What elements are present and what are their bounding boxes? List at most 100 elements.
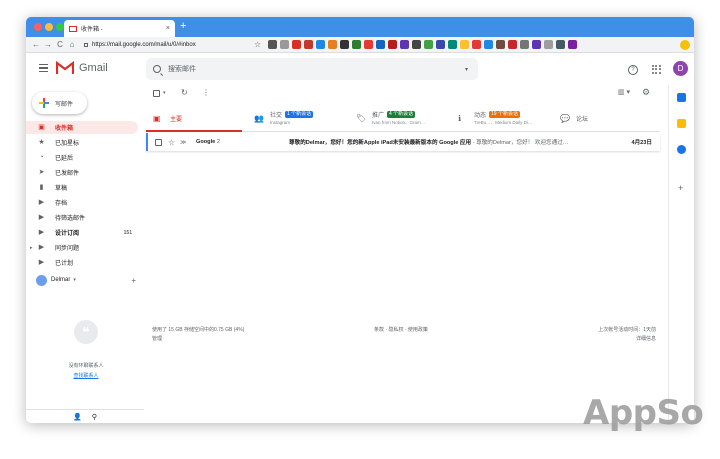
hangouts-user[interactable]: Delmar ▾ + <box>36 273 136 287</box>
email-select-checkbox[interactable] <box>155 138 162 146</box>
sidebar-item-design-subscriptions[interactable]: ▶ 设计订阅 151 <box>26 226 138 239</box>
add-addon-icon[interactable]: + <box>678 183 683 193</box>
gmail-logo-icon[interactable] <box>56 61 74 75</box>
maximize-window-button[interactable] <box>56 23 64 31</box>
hangouts-status-chevron-icon[interactable]: ▾ <box>73 277 76 283</box>
tab-updates[interactable]: ℹ 动态 19 个新会话 TreBo…、Medium Daily Di… <box>458 105 558 132</box>
extension-icon[interactable] <box>496 40 505 49</box>
hangouts-avatar <box>36 274 47 286</box>
compose-button[interactable]: 写邮件 <box>32 92 87 114</box>
extension-icon[interactable] <box>436 40 445 49</box>
tasks-icon[interactable] <box>677 145 686 154</box>
calendar-icon[interactable] <box>677 93 686 102</box>
extension-icon[interactable] <box>484 40 493 49</box>
sidebar-item-archive[interactable]: ▶ 存档 <box>26 196 138 209</box>
keep-icon[interactable] <box>677 119 686 128</box>
sidebar-item-snoozed[interactable]: ◔ 已延后 <box>26 151 138 164</box>
tab-promotions[interactable]: 🏷 推广 4 个新会话 Ivan from Notion、Gram… <box>356 105 456 132</box>
help-icon[interactable]: ? <box>628 65 638 75</box>
main-menu-icon[interactable] <box>39 64 48 74</box>
tab-close-icon[interactable]: × <box>166 25 170 32</box>
extension-icon[interactable] <box>292 40 301 49</box>
add-contact-icon[interactable]: + <box>131 276 136 285</box>
lock-icon <box>84 42 88 47</box>
chrome-profile-avatar[interactable] <box>680 40 690 50</box>
browser-tab[interactable]: 收件箱 - × <box>64 20 175 37</box>
density-toggle-icon[interactable]: ▥ ▾ <box>618 88 630 96</box>
manage-storage-link[interactable]: 管理 <box>152 335 162 342</box>
tab-social[interactable]: 👥 社交 1 个新会话 Instagram <box>254 105 352 132</box>
sidebar-item-drafts[interactable]: ▮ 草稿 <box>26 181 138 194</box>
more-options-icon[interactable]: ⋮ <box>202 88 210 97</box>
sidebar-item-starred[interactable]: ★ 已加星标 <box>26 136 138 149</box>
extension-icon[interactable] <box>376 40 385 49</box>
side-panel-rail: + <box>668 85 694 423</box>
minimize-window-button[interactable] <box>45 23 53 31</box>
extension-icon[interactable] <box>424 40 433 49</box>
home-icon[interactable]: ⌂ <box>66 40 78 49</box>
back-arrow-icon[interactable]: ← <box>30 40 42 49</box>
reload-icon[interactable]: C <box>54 40 66 49</box>
category-tabs: ▣ 主要 👥 社交 1 个新会话 Instagram 🏷 推广 4 个新会话 I… <box>146 105 660 132</box>
user-avatar[interactable]: D <box>673 61 688 76</box>
extension-icon[interactable] <box>448 40 457 49</box>
gmail-header: Gmail 搜索邮件 ▾ ? D <box>26 53 694 85</box>
details-link[interactable]: 详细信息 <box>636 335 656 342</box>
extension-icon[interactable] <box>544 40 553 49</box>
extension-icon[interactable] <box>268 40 277 49</box>
settings-gear-icon[interactable]: ⚙ <box>642 87 650 98</box>
extension-icon[interactable] <box>352 40 361 49</box>
select-all-checkbox[interactable] <box>153 90 160 97</box>
terms-links[interactable]: 条款 · 隐私权 · 使用政策 <box>374 326 428 333</box>
email-row[interactable]: ☆ ≫ Google 2 尊敬的Delmar，您好！您的新Apple iPad未… <box>146 133 660 151</box>
extension-icon[interactable] <box>412 40 421 49</box>
unread-count: 151 <box>123 229 132 236</box>
search-bar[interactable]: 搜索邮件 ▾ <box>146 58 478 80</box>
extension-icon[interactable] <box>472 40 481 49</box>
tab-primary[interactable]: ▣ 主要 <box>146 105 242 132</box>
select-chevron-down-icon[interactable]: ▾ <box>163 90 166 96</box>
extension-icon[interactable] <box>508 40 517 49</box>
extension-icon[interactable] <box>364 40 373 49</box>
location-pin-icon[interactable]: ⚲ <box>92 413 97 421</box>
extension-icon[interactable] <box>388 40 397 49</box>
extension-icon[interactable] <box>328 40 337 49</box>
extension-icon[interactable] <box>340 40 349 49</box>
clock-icon: ◔ <box>39 154 44 161</box>
extension-icon[interactable] <box>316 40 325 49</box>
browser-window: 收件箱 - × + ← → C ⌂ https://mail.google.co… <box>26 17 694 423</box>
tab-label: 论坛 <box>576 117 589 123</box>
expand-arrow-icon[interactable]: ▸ <box>30 245 33 251</box>
extension-icon[interactable] <box>304 40 313 49</box>
google-apps-icon[interactable] <box>652 65 661 74</box>
extension-icon[interactable] <box>520 40 529 49</box>
importance-marker-icon[interactable]: ≫ <box>180 139 186 146</box>
close-window-button[interactable] <box>34 23 42 31</box>
extension-icon[interactable] <box>556 40 565 49</box>
tab-title: 收件箱 - <box>81 27 103 33</box>
new-tab-button[interactable]: + <box>180 21 186 32</box>
address-bar[interactable]: https://mail.google.com/mail/u/0/#inbox <box>84 42 196 48</box>
forward-arrow-icon[interactable]: → <box>42 40 54 49</box>
extension-icon[interactable] <box>460 40 469 49</box>
search-input[interactable]: 搜索邮件 <box>168 64 196 74</box>
extension-icon[interactable] <box>568 40 577 49</box>
search-options-chevron-icon[interactable]: ▾ <box>465 66 468 73</box>
extension-icon[interactable] <box>400 40 409 49</box>
bookmark-star-icon[interactable]: ☆ <box>254 40 261 49</box>
extension-icon[interactable] <box>532 40 541 49</box>
tab-forums[interactable]: 💬 论坛 <box>560 105 658 132</box>
sender-name: Google <box>196 139 216 145</box>
sidebar-item-to-filter[interactable]: ▶ 待筛选邮件 <box>26 211 138 224</box>
sidebar-item-inbox[interactable]: ▣ 收件箱 <box>26 121 138 134</box>
refresh-icon[interactable]: ↻ <box>181 88 188 97</box>
sidebar-item-label: 存档 <box>55 201 68 207</box>
contacts-person-icon[interactable]: 👤 <box>73 413 82 421</box>
extension-icon[interactable] <box>280 40 289 49</box>
sidebar-item-scheduled[interactable]: ▶ 已计划 <box>26 256 138 269</box>
find-contacts-link[interactable]: 查找联系人 <box>26 372 146 379</box>
star-toggle-icon[interactable]: ☆ <box>168 138 175 147</box>
sidebar-item-sent[interactable]: ➤ 已发邮件 <box>26 166 138 179</box>
search-icon[interactable] <box>153 65 161 73</box>
sidebar-item-sync-issues[interactable]: ▸ ▶ 同步问题 <box>26 241 138 254</box>
